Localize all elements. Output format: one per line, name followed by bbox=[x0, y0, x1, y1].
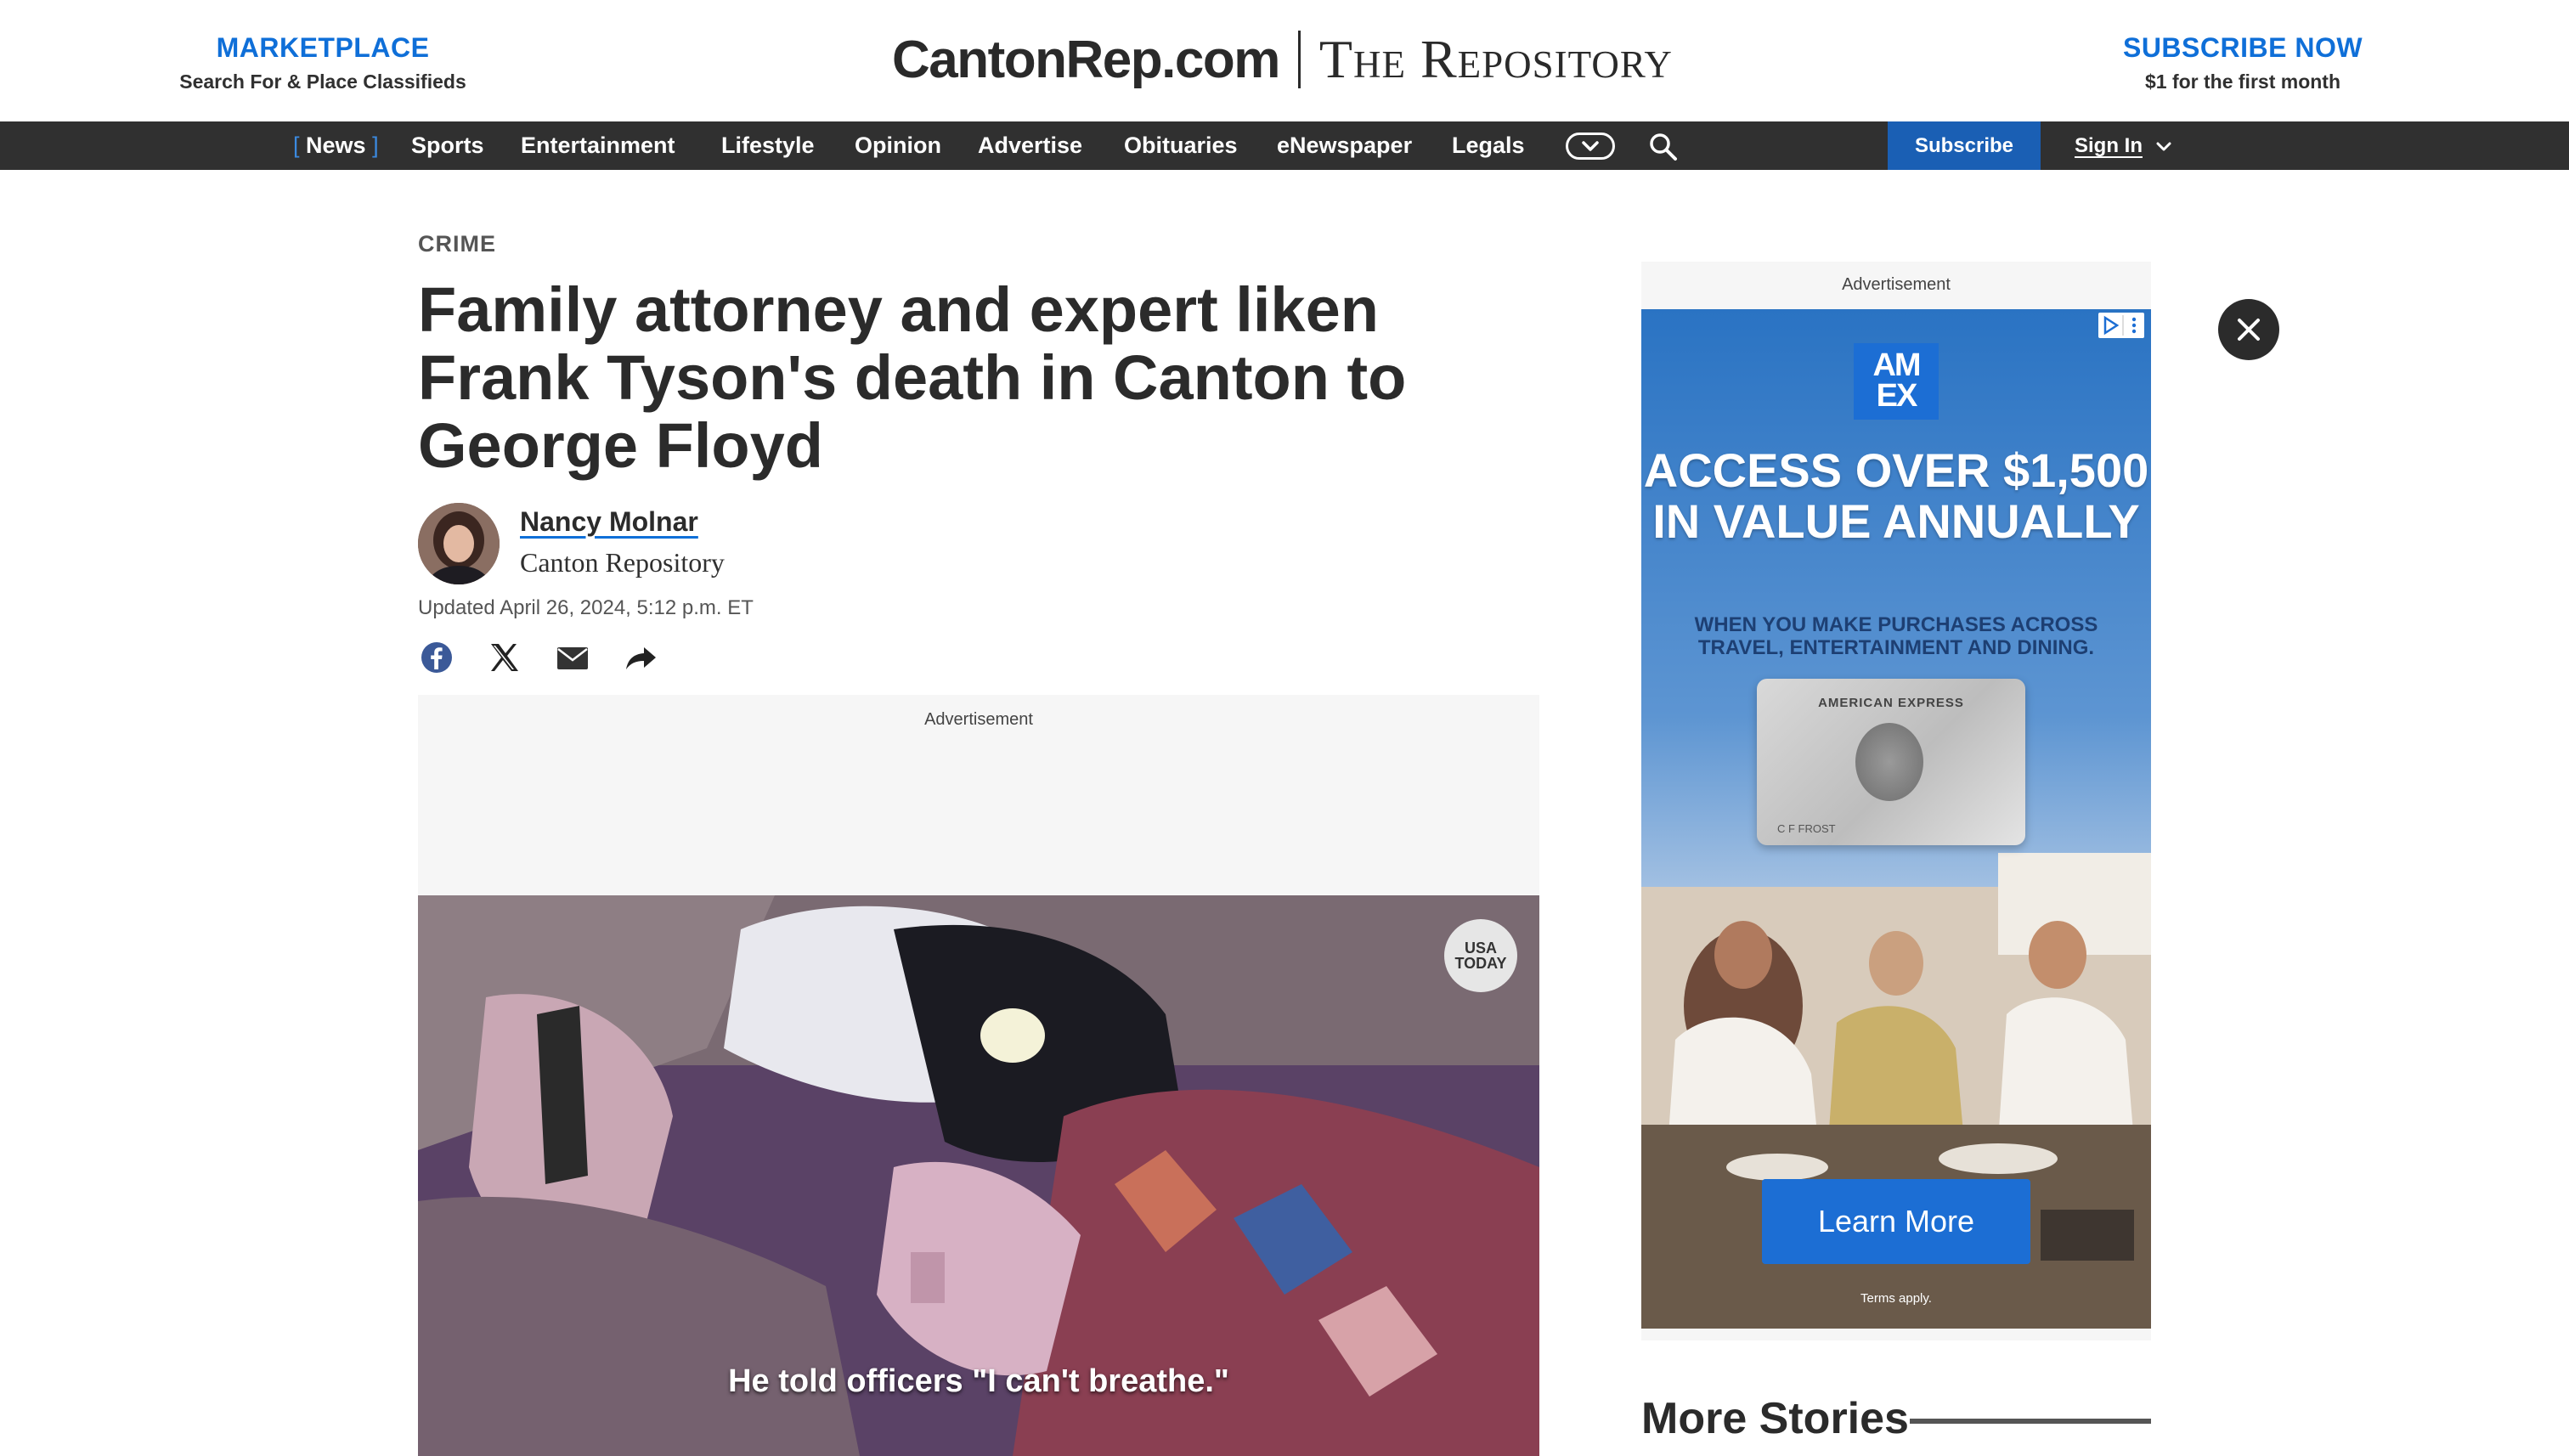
chevron-down-icon bbox=[1582, 141, 1599, 151]
nav-item-news[interactable]: [ News ] bbox=[293, 121, 379, 170]
amex-ad-headline: ACCESS OVER $1,500 IN VALUE ANNUALLY bbox=[1643, 443, 2149, 548]
sign-in-menu[interactable]: Sign In bbox=[2075, 121, 2172, 170]
masthead: MARKETPLACE Search For & Place Classifie… bbox=[0, 0, 2569, 121]
inline-ad-slot: Advertisement bbox=[418, 695, 1539, 895]
more-stories-heading: More Stories bbox=[1641, 1394, 1909, 1443]
nav-item-advertise[interactable]: Advertise bbox=[978, 121, 1082, 170]
amex-ad-creative[interactable]: AM EX ACCESS OVER $1,500 IN VALUE ANNUAL… bbox=[1641, 309, 2151, 1329]
share-arrow-icon bbox=[626, 647, 656, 669]
amex-card-holder: C F FROST bbox=[1777, 822, 1836, 835]
centurion-portrait bbox=[1855, 723, 1923, 801]
main-nav: [ News ] Sports Entertainment Lifestyle … bbox=[0, 121, 2569, 170]
nav-item-entertainment[interactable]: Entertainment bbox=[521, 121, 675, 170]
amex-card-title: AMERICAN EXPRESS bbox=[1818, 696, 1964, 710]
sidebar-ad-slot: Advertisement AM EX ACCESS OVER $1,500 I… bbox=[1641, 262, 2151, 1340]
ad-label: Advertisement bbox=[924, 710, 1033, 729]
nav-item-opinion[interactable]: Opinion bbox=[855, 121, 941, 170]
author-organization: Canton Repository bbox=[520, 547, 725, 578]
email-share-button[interactable] bbox=[554, 639, 591, 676]
search-button[interactable] bbox=[1648, 132, 1679, 166]
author-photo bbox=[418, 503, 500, 584]
site-logo[interactable]: CantonRep.com The Repository bbox=[892, 25, 1673, 93]
subscribe-button[interactable]: Subscribe bbox=[1888, 121, 2041, 170]
author-avatar[interactable] bbox=[418, 503, 500, 584]
amex-card-image: AMERICAN EXPRESS C F FROST bbox=[1757, 679, 2025, 845]
email-icon bbox=[557, 647, 588, 669]
updated-timestamp: Updated April 26, 2024, 5:12 p.m. ET bbox=[418, 596, 754, 619]
video-player[interactable]: USA TODAY He told officers "I can't brea… bbox=[418, 895, 1539, 1456]
adchoices-icon bbox=[2103, 315, 2137, 336]
search-icon bbox=[1650, 133, 1677, 161]
sign-in-label[interactable]: Sign In bbox=[2075, 134, 2143, 157]
active-bracket-right: ] bbox=[372, 133, 379, 158]
nav-item-legals[interactable]: Legals bbox=[1452, 121, 1525, 170]
adchoices-button[interactable] bbox=[2098, 313, 2144, 338]
x-share-button[interactable] bbox=[486, 639, 523, 676]
article-headline: Family attorney and expert liken Frank T… bbox=[418, 274, 1407, 481]
close-ad-button[interactable] bbox=[2218, 299, 2279, 360]
author-name-link[interactable]: Nancy Molnar bbox=[520, 506, 698, 538]
marketplace-subtitle[interactable]: Search For & Place Classifieds bbox=[174, 71, 471, 93]
logo-divider bbox=[1297, 31, 1301, 88]
sidebar-ad-label: Advertisement bbox=[1842, 275, 1951, 294]
logo-cantonrep[interactable]: CantonRep.com bbox=[892, 30, 1280, 90]
subscribe-now-link[interactable]: SUBSCRIBE NOW $1 for the first month bbox=[2098, 32, 2387, 93]
amex-ad-subheadline: WHEN YOU MAKE PURCHASES ACROSS TRAVEL, E… bbox=[1694, 613, 2098, 659]
usa-today-badge: USA TODAY bbox=[1444, 919, 1517, 992]
amex-terms: Terms apply. bbox=[1860, 1291, 1932, 1306]
subscribe-now-subtitle[interactable]: $1 for the first month bbox=[2098, 71, 2387, 93]
nav-item-sports[interactable]: Sports bbox=[411, 121, 484, 170]
more-share-button[interactable] bbox=[622, 639, 659, 676]
facebook-icon bbox=[421, 642, 452, 673]
learn-more-button[interactable]: Learn More bbox=[1762, 1179, 2030, 1264]
marketplace-title[interactable]: MARKETPLACE bbox=[174, 32, 471, 64]
nav-item-news-label[interactable]: News bbox=[306, 133, 366, 158]
video-caption: He told officers "I can't breathe." bbox=[728, 1363, 1229, 1399]
x-icon bbox=[491, 644, 518, 671]
active-bracket-left: [ bbox=[293, 133, 300, 158]
section-label[interactable]: CRIME bbox=[418, 231, 496, 257]
nav-item-enewspaper[interactable]: eNewspaper bbox=[1277, 121, 1412, 170]
marketplace-link[interactable]: MARKETPLACE Search For & Place Classifie… bbox=[174, 32, 471, 93]
subscribe-now-title[interactable]: SUBSCRIBE NOW bbox=[2098, 32, 2387, 64]
logo-repository[interactable]: The Repository bbox=[1319, 28, 1673, 91]
nav-item-lifestyle[interactable]: Lifestyle bbox=[721, 121, 815, 170]
close-icon bbox=[2238, 319, 2260, 341]
more-menu-button[interactable] bbox=[1566, 133, 1615, 160]
chevron-down-icon bbox=[2156, 142, 2171, 151]
facebook-share-button[interactable] bbox=[418, 639, 455, 676]
more-stories-rule bbox=[1910, 1419, 2151, 1424]
amex-logo: AM EX bbox=[1854, 343, 1939, 420]
nav-item-obituaries[interactable]: Obituaries bbox=[1124, 121, 1238, 170]
